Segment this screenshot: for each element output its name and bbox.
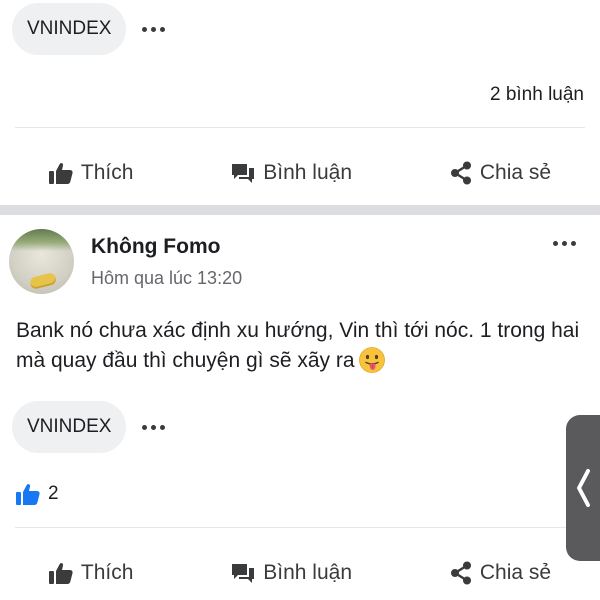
thumbs-up-icon (48, 563, 73, 584)
post-action-bar: Thích Bình luận Chia sẻ (0, 543, 600, 600)
post-timestamp[interactable]: Hôm qua lúc 13:20 (91, 268, 242, 289)
tag-chip[interactable]: VNINDEX (12, 3, 127, 55)
tongue-out-emoji-icon (358, 347, 385, 373)
tag-more-icon[interactable] (142, 26, 166, 32)
share-icon (450, 561, 471, 585)
post-separator (0, 205, 600, 215)
like-label: Thích (80, 161, 134, 184)
tag-more-icon[interactable] (142, 424, 166, 430)
comment-label: Bình luận (263, 561, 353, 584)
like-button[interactable]: Thích (37, 155, 146, 191)
comment-count[interactable]: 2 bình luận (490, 84, 584, 106)
chevron-left-icon (577, 469, 590, 507)
comment-label: Bình luận (263, 161, 353, 184)
divider (15, 127, 585, 128)
feed: VNINDEX 2 bình luận Thích Bình luận Chia… (0, 0, 600, 600)
author-name[interactable]: Không Fomo (91, 235, 220, 259)
divider (15, 527, 585, 528)
like-button[interactable]: Thích (37, 555, 146, 591)
share-label: Chia sẻ (479, 561, 552, 584)
reaction-summary[interactable]: 2 (16, 483, 59, 505)
like-count: 2 (48, 483, 59, 504)
comment-button[interactable]: Bình luận (219, 155, 364, 191)
tag-chip-label: VNINDEX (27, 18, 112, 39)
share-icon (450, 161, 471, 185)
post-tag-row: VNINDEX (12, 401, 166, 453)
comment-icon (232, 164, 255, 183)
share-button[interactable]: Chia sẻ (438, 555, 563, 591)
post-more-icon[interactable] (553, 241, 576, 246)
previous-post-action-bar: Thích Bình luận Chia sẻ (0, 143, 600, 203)
avatar[interactable] (9, 229, 74, 294)
side-panel-tab[interactable] (566, 415, 600, 561)
tag-chip-label: VNINDEX (27, 416, 112, 437)
like-label: Thích (80, 561, 134, 584)
tag-chip[interactable]: VNINDEX (12, 401, 127, 453)
previous-post-tag-row: VNINDEX (12, 3, 166, 55)
share-label: Chia sẻ (479, 161, 552, 184)
post-body: Bank nó chưa xác định xu hướng, Vin thì … (16, 319, 580, 372)
comment-button[interactable]: Bình luận (219, 555, 364, 591)
like-reaction-icon (16, 484, 40, 505)
share-button[interactable]: Chia sẻ (438, 155, 563, 191)
comment-icon (232, 564, 255, 583)
post-text: Bank nó chưa xác định xu hướng, Vin thì … (16, 316, 586, 376)
thumbs-up-icon (48, 163, 73, 184)
